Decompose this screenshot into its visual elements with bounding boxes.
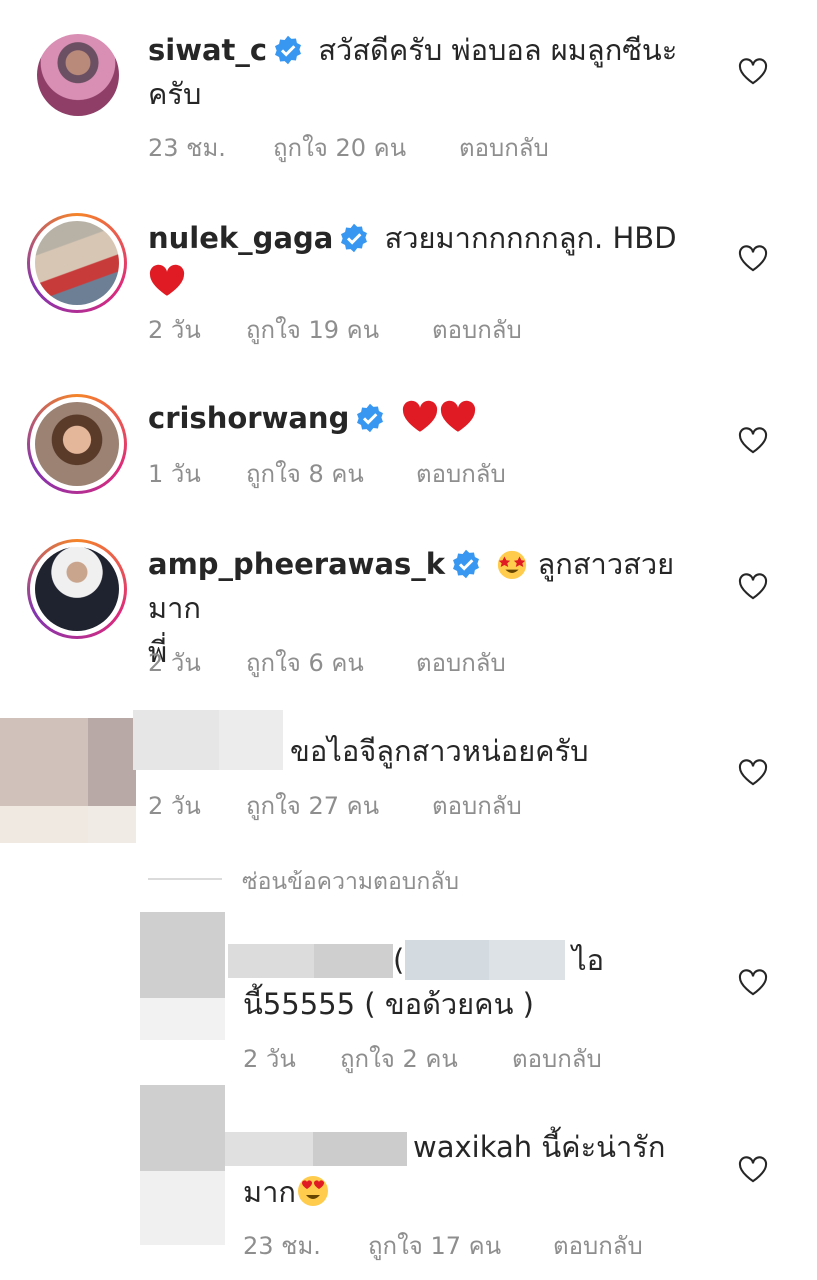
reply-button[interactable]: ตอบกลับ [459,128,549,167]
verified-badge-icon [341,223,368,253]
blurred-avatar [140,1085,225,1245]
reply-text-mark: ( [393,943,405,977]
likes-count[interactable]: ถูกใจ 27 คน [246,786,379,825]
like-heart-icon[interactable] [738,572,768,600]
comment-time: 2 วัน [148,316,201,344]
like-heart-icon[interactable] [738,1155,768,1183]
reply-time: 2 วัน [243,1045,296,1073]
likes-count[interactable]: ถูกใจ 6 คน [246,643,364,682]
hide-replies-divider [148,878,222,880]
reply-text-cont: มาก [243,1170,330,1214]
reply-text: waxikah นี้ค่ะน่ารัก [413,1130,666,1164]
blurred-username [228,944,393,978]
verified-badge-icon [275,35,302,65]
reply-time: 23 ชม. [243,1232,321,1260]
likes-count[interactable]: ถูกใจ 8 คน [246,454,364,493]
verified-badge-icon [357,403,384,433]
hide-replies-button[interactable]: ซ่อนข้อความตอบกลับ [242,864,459,900]
comment-crishorwang: crishorwang [148,396,708,440]
like-heart-icon[interactable] [738,758,768,786]
reply-button[interactable]: ตอบกลับ [416,454,506,493]
comment-siwat-c: siwat_c สวัสดีครับ พ่อบอล ผมลูกซีนะ ครับ [148,28,708,116]
avatar-nulek-gaga[interactable] [35,221,119,305]
comment-nulek-gaga: nulek_gaga สวยมากกกกกลูก. HBD [148,216,708,304]
username-siwat-c[interactable]: siwat_c [148,33,267,67]
red-heart-emoji-icon [149,264,185,296]
avatar-crishorwang[interactable] [35,402,119,486]
blurred-avatar [0,718,136,843]
reply-button[interactable]: ตอบกลับ [432,786,522,825]
comment-time: 1 วัน [148,460,201,488]
likes-count[interactable]: ถูกใจ 20 คน [273,128,406,167]
avatar-siwat-c[interactable] [37,34,119,116]
likes-count[interactable]: ถูกใจ 17 คน [368,1226,501,1265]
comment-text: สวยมากกกกกลูก. HBD [384,221,677,255]
heart-eyes-emoji-icon [297,1176,328,1206]
reply-text-cont: นี้55555 ( ขอด้วยคน ) [243,987,534,1021]
avatar-amp-pheerawas-k[interactable] [35,547,119,631]
blurred-mention [405,940,565,980]
blurred-username [225,1132,407,1166]
red-heart-emoji-icon [440,400,475,432]
blurred-username [133,710,283,770]
comment-time: 23 ชม. [148,134,226,162]
comment-text: สวัสดีครับ พ่อบอล ผมลูกซีนะ [318,33,678,67]
comment-time: 2 วัน [148,792,201,820]
comment-text-cont: ครับ [148,77,202,111]
likes-count[interactable]: ถูกใจ 2 คน [340,1039,458,1078]
reply-button[interactable]: ตอบกลับ [416,643,506,682]
reply-button[interactable]: ตอบกลับ [432,310,522,349]
verified-badge-icon [453,549,480,579]
like-heart-icon[interactable] [738,244,768,272]
likes-count[interactable]: ถูกใจ 19 คน [246,310,379,349]
comment-text: ขอไอจีลูกสาวหน่อยครับ [290,734,589,768]
blurred-avatar [140,912,225,1040]
reply-button[interactable]: ตอบกลับ [512,1039,602,1078]
comment-time: 2 วัน [148,649,201,677]
like-heart-icon[interactable] [738,968,768,996]
like-heart-icon[interactable] [738,426,768,454]
reply-button[interactable]: ตอบกลับ [553,1226,643,1265]
username-amp-pheerawas-k[interactable]: amp_pheerawas_k [148,547,445,581]
reply-text: ไอ [572,943,605,977]
star-struck-emoji-icon [498,550,527,580]
red-heart-emoji-icon [402,400,437,432]
like-heart-icon[interactable] [738,57,768,85]
username-crishorwang[interactable]: crishorwang [148,401,349,435]
username-nulek-gaga[interactable]: nulek_gaga [148,221,333,255]
